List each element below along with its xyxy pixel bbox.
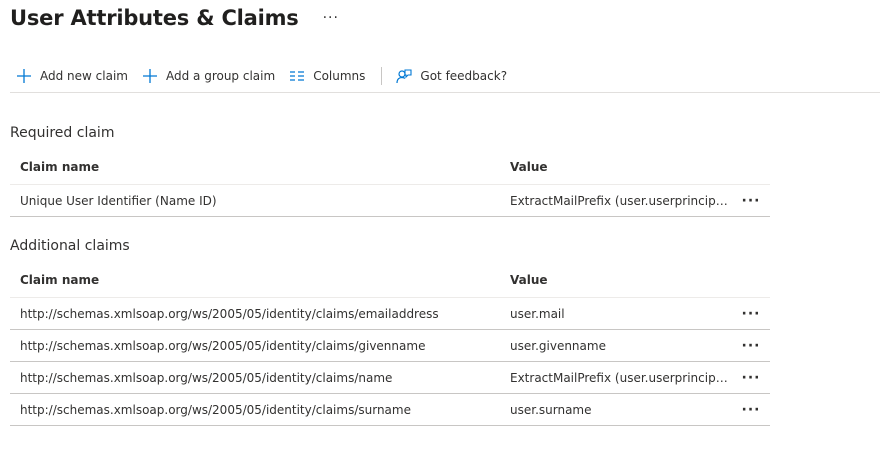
claim-name: http://schemas.xmlsoap.org/ws/2005/05/id… [20,306,439,321]
title-row: User Attributes & Claims ··· [10,2,339,34]
table-row[interactable]: http://schemas.xmlsoap.org/ws/2005/05/id… [10,298,770,330]
table-row[interactable]: Unique User Identifier (Name ID) Extract… [10,185,770,217]
row-more-icon[interactable]: ··· [732,338,770,354]
add-group-claim-button[interactable]: Add a group claim [136,61,283,91]
feedback-icon [396,68,412,84]
row-more-icon[interactable]: ··· [732,193,770,209]
additional-claims-heading: Additional claims [10,238,130,254]
add-new-claim-button[interactable]: Add new claim [10,61,136,91]
column-header-claim-name[interactable]: Claim name [10,160,510,174]
more-options-icon[interactable]: ··· [323,10,339,26]
columns-label: Columns [313,69,366,83]
page-title: User Attributes & Claims [10,6,299,30]
claim-value: ExtractMailPrefix (user.userprincipalnam… [510,370,732,385]
toolbar: Add new claim Add a group claim Columns … [10,60,880,93]
claim-name: http://schemas.xmlsoap.org/ws/2005/05/id… [20,370,393,385]
column-header-claim-name[interactable]: Claim name [10,273,510,287]
row-more-icon[interactable]: ··· [732,306,770,322]
additional-claims-table: Claim name Value http://schemas.xmlsoap.… [10,263,770,426]
claim-value: user.surname [510,402,592,417]
add-group-claim-label: Add a group claim [165,69,276,83]
claim-name: http://schemas.xmlsoap.org/ws/2005/05/id… [20,338,426,353]
claim-value: ExtractMailPrefix (user.userprincipalnam… [510,193,732,208]
columns-icon [289,68,305,84]
feedback-label: Got feedback? [420,69,508,83]
column-header-value[interactable]: Value [510,273,732,287]
claim-name: http://schemas.xmlsoap.org/ws/2005/05/id… [20,402,411,417]
add-new-claim-label: Add new claim [40,69,128,83]
plus-icon [142,68,158,84]
column-header-value[interactable]: Value [510,160,732,174]
feedback-button[interactable]: Got feedback? [390,61,515,91]
required-claim-heading: Required claim [10,125,115,141]
claim-value: user.mail [510,306,565,321]
table-header: Claim name Value [10,263,770,298]
table-row[interactable]: http://schemas.xmlsoap.org/ws/2005/05/id… [10,330,770,362]
table-header: Claim name Value [10,150,770,185]
claim-value: user.givenname [510,338,606,353]
columns-button[interactable]: Columns [283,61,373,91]
table-row[interactable]: http://schemas.xmlsoap.org/ws/2005/05/id… [10,394,770,426]
row-more-icon[interactable]: ··· [732,370,770,386]
plus-icon [16,68,32,84]
claim-name: Unique User Identifier (Name ID) [20,193,217,208]
required-claims-table: Claim name Value Unique User Identifier … [10,150,770,217]
table-row[interactable]: http://schemas.xmlsoap.org/ws/2005/05/id… [10,362,770,394]
row-more-icon[interactable]: ··· [732,402,770,418]
toolbar-divider [381,67,383,85]
